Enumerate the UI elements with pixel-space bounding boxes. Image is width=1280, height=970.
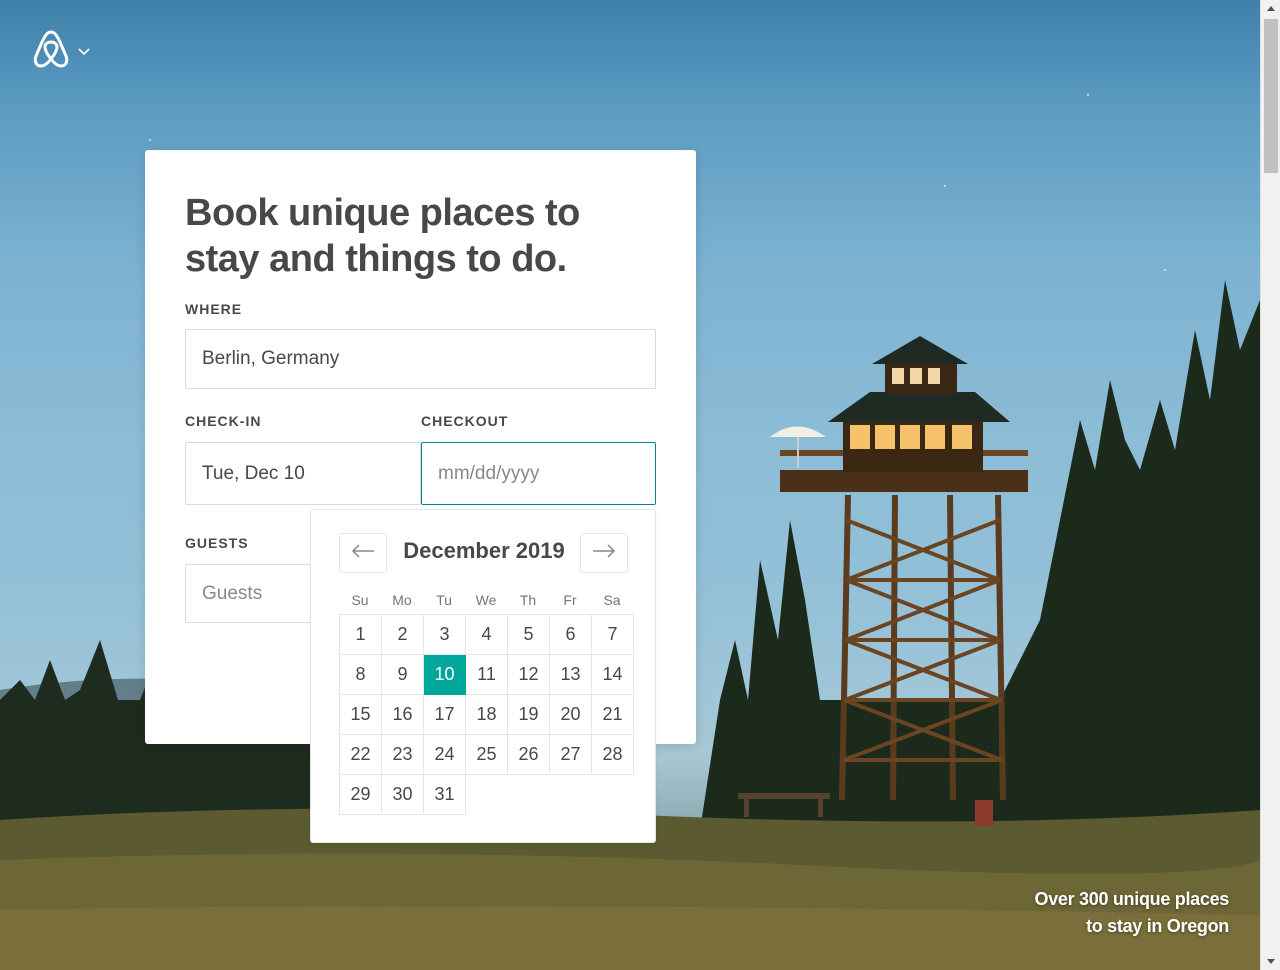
calendar-day[interactable]: 23: [381, 734, 424, 775]
calendar-day[interactable]: 20: [549, 694, 592, 735]
calendar-day[interactable]: 13: [549, 654, 592, 695]
checkin-input[interactable]: [202, 462, 420, 485]
calendar-day-selected[interactable]: 10: [423, 654, 466, 695]
weekday-header: Su Mo Tu We Th Fr Sa: [339, 592, 633, 608]
calendar-day[interactable]: 12: [507, 654, 550, 695]
arrow-right-icon: [592, 543, 616, 563]
calendar-day[interactable]: 27: [549, 734, 592, 775]
airbnb-belo-icon: [32, 28, 70, 75]
weekday-label: We: [475, 592, 497, 608]
weekday-label: Mo: [392, 592, 412, 608]
weekday-label: Fr: [563, 592, 577, 608]
where-input[interactable]: [202, 348, 655, 370]
chevron-down-icon: [78, 43, 90, 61]
calendar-day[interactable]: 15: [339, 694, 382, 735]
weekday-label: Sa: [603, 592, 621, 608]
calendar-day[interactable]: 9: [381, 654, 424, 695]
caption-line: Over 300 unique places: [1034, 889, 1230, 909]
page-scrollbar[interactable]: [1260, 0, 1280, 970]
calendar-day[interactable]: 26: [507, 734, 550, 775]
calendar-empty-cell: [550, 775, 592, 815]
next-month-button[interactable]: [580, 533, 628, 573]
calendar-week-row: 15 16 17 18 19 20 21: [339, 694, 634, 735]
calendar-week-row: 22 23 24 25 26 27 28: [339, 734, 634, 775]
weekday-label: Su: [351, 592, 369, 608]
calendar-day[interactable]: 30: [381, 774, 424, 815]
where-field[interactable]: [185, 329, 656, 389]
calendar-grid: 1 2 3 4 5 6 7 8 9 10 11 12 13 14 15 16 17 18 19 20 21 22 23 24 2…: [339, 614, 634, 815]
scroll-up-arrow-icon[interactable]: [1261, 0, 1280, 17]
date-picker-popup: December 2019 Su Mo Tu We Th Fr Sa 12345…: [310, 509, 656, 843]
calendar-day[interactable]: 3: [423, 614, 466, 655]
calendar-day[interactable]: 17: [423, 694, 466, 735]
calendar-day[interactable]: 4: [465, 614, 508, 655]
calendar-day[interactable]: 31: [423, 774, 466, 815]
calendar-day[interactable]: 1: [339, 614, 382, 655]
calendar-empty-cell: [592, 775, 634, 815]
calendar-day[interactable]: 29: [339, 774, 382, 815]
calendar-day[interactable]: 11: [465, 654, 508, 695]
calendar-week-row: 1234567: [339, 614, 634, 655]
calendar-day[interactable]: 16: [381, 694, 424, 735]
calendar-day[interactable]: 5: [507, 614, 550, 655]
weekday-label: Tu: [436, 592, 452, 608]
guests-label: GUESTS: [185, 535, 249, 551]
calendar-week-row: 8 9 10 11 12 13 14: [339, 654, 634, 695]
scrollbar-thumb[interactable]: [1264, 19, 1278, 173]
calendar-day[interactable]: 18: [465, 694, 508, 735]
calendar-empty-cell: [466, 775, 508, 815]
calendar-day[interactable]: 7: [591, 614, 634, 655]
scroll-down-arrow-icon[interactable]: [1261, 953, 1280, 970]
checkin-field[interactable]: [185, 442, 421, 505]
page-title: Book unique places to stay and things to…: [185, 192, 580, 280]
calendar-day[interactable]: 28: [591, 734, 634, 775]
calendar-day[interactable]: 14: [591, 654, 634, 695]
checkout-input[interactable]: [438, 462, 655, 485]
calendar-day[interactable]: 24: [423, 734, 466, 775]
caption-line: to stay in Oregon: [1086, 916, 1229, 936]
calendar-day[interactable]: 22: [339, 734, 382, 775]
checkin-label: CHECK-IN: [185, 413, 262, 429]
checkout-label: CHECKOUT: [421, 413, 509, 429]
calendar-day[interactable]: 21: [591, 694, 634, 735]
where-label: WHERE: [185, 301, 243, 317]
calendar-empty-cell: [508, 775, 550, 815]
calendar-day[interactable]: 6: [549, 614, 592, 655]
calendar-day[interactable]: 19: [507, 694, 550, 735]
hero-caption: Over 300 unique places to stay in Oregon: [1035, 886, 1230, 940]
calendar-week-row: 29 30 31: [339, 774, 634, 815]
calendar-day[interactable]: 2: [381, 614, 424, 655]
checkout-field[interactable]: [421, 442, 656, 505]
weekday-label: Th: [519, 592, 537, 608]
calendar-day[interactable]: 8: [339, 654, 382, 695]
airbnb-logo-menu[interactable]: [32, 28, 90, 75]
calendar-day[interactable]: 25: [465, 734, 508, 775]
